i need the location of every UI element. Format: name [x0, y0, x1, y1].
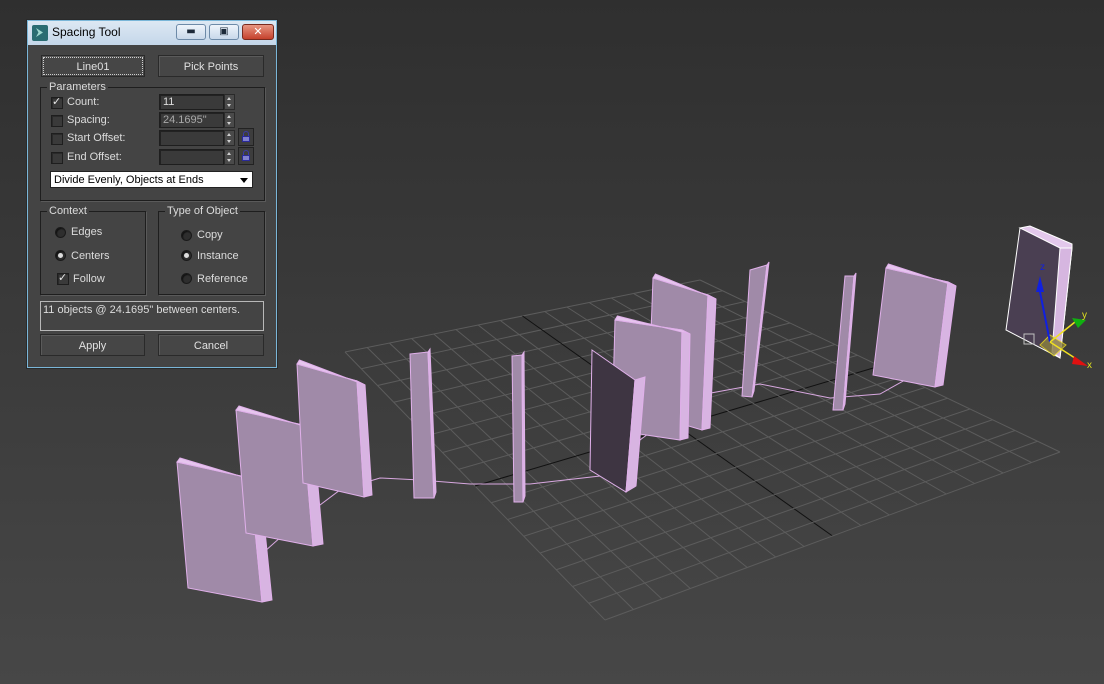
edges-label: Edges [71, 226, 103, 238]
spaced-panel[interactable] [511, 350, 526, 503]
app-icon [32, 25, 48, 41]
y-axis-label: y [1082, 310, 1087, 321]
chevron-down-icon [240, 178, 248, 183]
spacing-label: Spacing: [67, 114, 110, 126]
status-text: 11 objects @ 24.1695" between centers. [40, 301, 264, 331]
end-offset-lock-icon[interactable] [238, 147, 254, 165]
spacing-spinner[interactable] [224, 112, 235, 128]
centers-label: Centers [71, 250, 110, 262]
end-offset-checkbox[interactable] [51, 152, 63, 164]
count-input[interactable]: 11 [159, 94, 224, 110]
start-offset-spinner[interactable] [224, 130, 235, 146]
maximize-icon: ▣ [219, 26, 229, 37]
start-offset-label: Start Offset: [67, 132, 126, 144]
distribution-dropdown[interactable]: Divide Evenly, Objects at Ends [50, 171, 253, 188]
edges-radio[interactable] [55, 227, 66, 238]
context-group: Context Edges Centers Follow [40, 204, 146, 295]
copy-radio[interactable] [181, 230, 192, 241]
spaced-panel[interactable] [872, 263, 957, 388]
type-of-object-group-label: Type of Object [165, 204, 240, 218]
spacing-input[interactable]: 24.1695" [159, 112, 224, 128]
reference-radio[interactable] [181, 273, 192, 284]
type-of-object-group: Type of Object Copy Instance Reference [158, 204, 265, 295]
copy-label: Copy [197, 229, 223, 241]
z-axis-label: z [1040, 262, 1045, 273]
pick-path-button[interactable]: Line01 [41, 55, 145, 77]
distribution-selected: Divide Evenly, Objects at Ends [54, 174, 204, 186]
context-group-label: Context [47, 204, 89, 218]
pick-points-button[interactable]: Pick Points [158, 55, 264, 77]
x-axis-label: x [1087, 360, 1092, 371]
parameters-group-label: Parameters [47, 80, 108, 94]
close-button[interactable]: ✕ [242, 24, 274, 40]
end-offset-input[interactable] [159, 149, 224, 165]
end-offset-label: End Offset: [67, 151, 122, 163]
start-offset-lock-icon[interactable] [238, 128, 254, 146]
start-offset-checkbox[interactable] [51, 133, 63, 145]
instance-radio[interactable] [181, 250, 192, 261]
cancel-button[interactable]: Cancel [158, 334, 264, 356]
apply-button[interactable]: Apply [40, 334, 145, 356]
centers-radio[interactable] [55, 250, 66, 261]
spacing-checkbox[interactable] [51, 115, 63, 127]
instance-label: Instance [197, 250, 239, 262]
count-spinner[interactable] [224, 94, 235, 110]
minimize-button[interactable]: ▬ [176, 24, 206, 40]
start-offset-input[interactable] [159, 130, 224, 146]
count-checkbox[interactable] [51, 95, 63, 109]
follow-label: Follow [73, 273, 105, 285]
close-icon: ✕ [253, 25, 263, 38]
maximize-button[interactable]: ▣ [209, 24, 239, 40]
end-offset-spinner[interactable] [224, 149, 235, 165]
reference-label: Reference [197, 273, 248, 285]
title-bar[interactable]: Spacing Tool ▬ ▣ ✕ [28, 21, 276, 45]
follow-checkbox[interactable] [57, 271, 69, 285]
dialog-title: Spacing Tool [52, 25, 121, 39]
minimize-icon: ▬ [186, 26, 196, 37]
spacing-tool-dialog: Spacing Tool ▬ ▣ ✕ Line01 Pick Points Pa… [27, 20, 277, 368]
count-label: Count: [67, 96, 100, 108]
